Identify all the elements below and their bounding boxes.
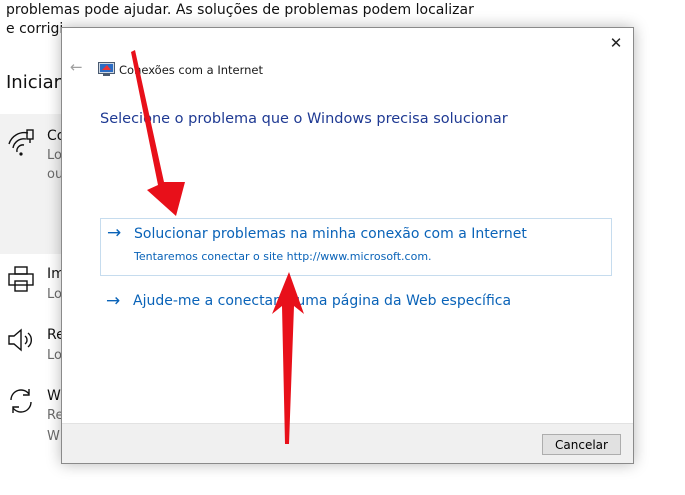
intro-text-line2: e corrigi <box>6 21 64 37</box>
item-desc-3: Lo <box>47 348 62 363</box>
dialog-footer: Cancelar <box>62 423 633 463</box>
printer-icon <box>8 266 34 292</box>
cancel-button[interactable]: Cancelar <box>542 434 621 455</box>
option-label: Solucionar problemas na minha conexão co… <box>134 226 527 242</box>
item-title-4[interactable]: W <box>47 388 61 404</box>
back-arrow-icon[interactable]: ← <box>70 58 83 76</box>
close-button[interactable]: ✕ <box>605 32 627 54</box>
item-desc-4b: W <box>47 429 60 444</box>
dialog-title: Conexões com a Internet <box>119 63 264 77</box>
speaker-icon <box>8 328 32 352</box>
intro-text-line1: problemas pode ajudar. As soluções de pr… <box>6 2 474 18</box>
question-heading: Selecione o problema que o Windows preci… <box>100 111 508 127</box>
section-heading: Iniciar <box>6 72 62 93</box>
network-icon <box>98 62 115 76</box>
option-description: Tentaremos conectar o site http://www.mi… <box>134 250 432 263</box>
right-arrow-icon: → <box>106 291 121 311</box>
wifi-icon <box>8 129 34 156</box>
sync-icon <box>10 389 32 413</box>
option-connect-webpage[interactable]: → Ajude-me a conectar a uma página da We… <box>100 286 610 316</box>
item-desc-2: Lo <box>47 287 62 302</box>
option-troubleshoot-connection[interactable]: → Solucionar problemas na minha conexão … <box>100 218 612 276</box>
troubleshooter-dialog: ✕ ← Conexões com a Internet Selecione o … <box>61 27 634 464</box>
item-desc-1a: Lo <box>47 148 62 163</box>
right-arrow-icon: → <box>107 223 122 243</box>
option-label: Ajude-me a conectar a uma página da Web … <box>133 293 512 309</box>
